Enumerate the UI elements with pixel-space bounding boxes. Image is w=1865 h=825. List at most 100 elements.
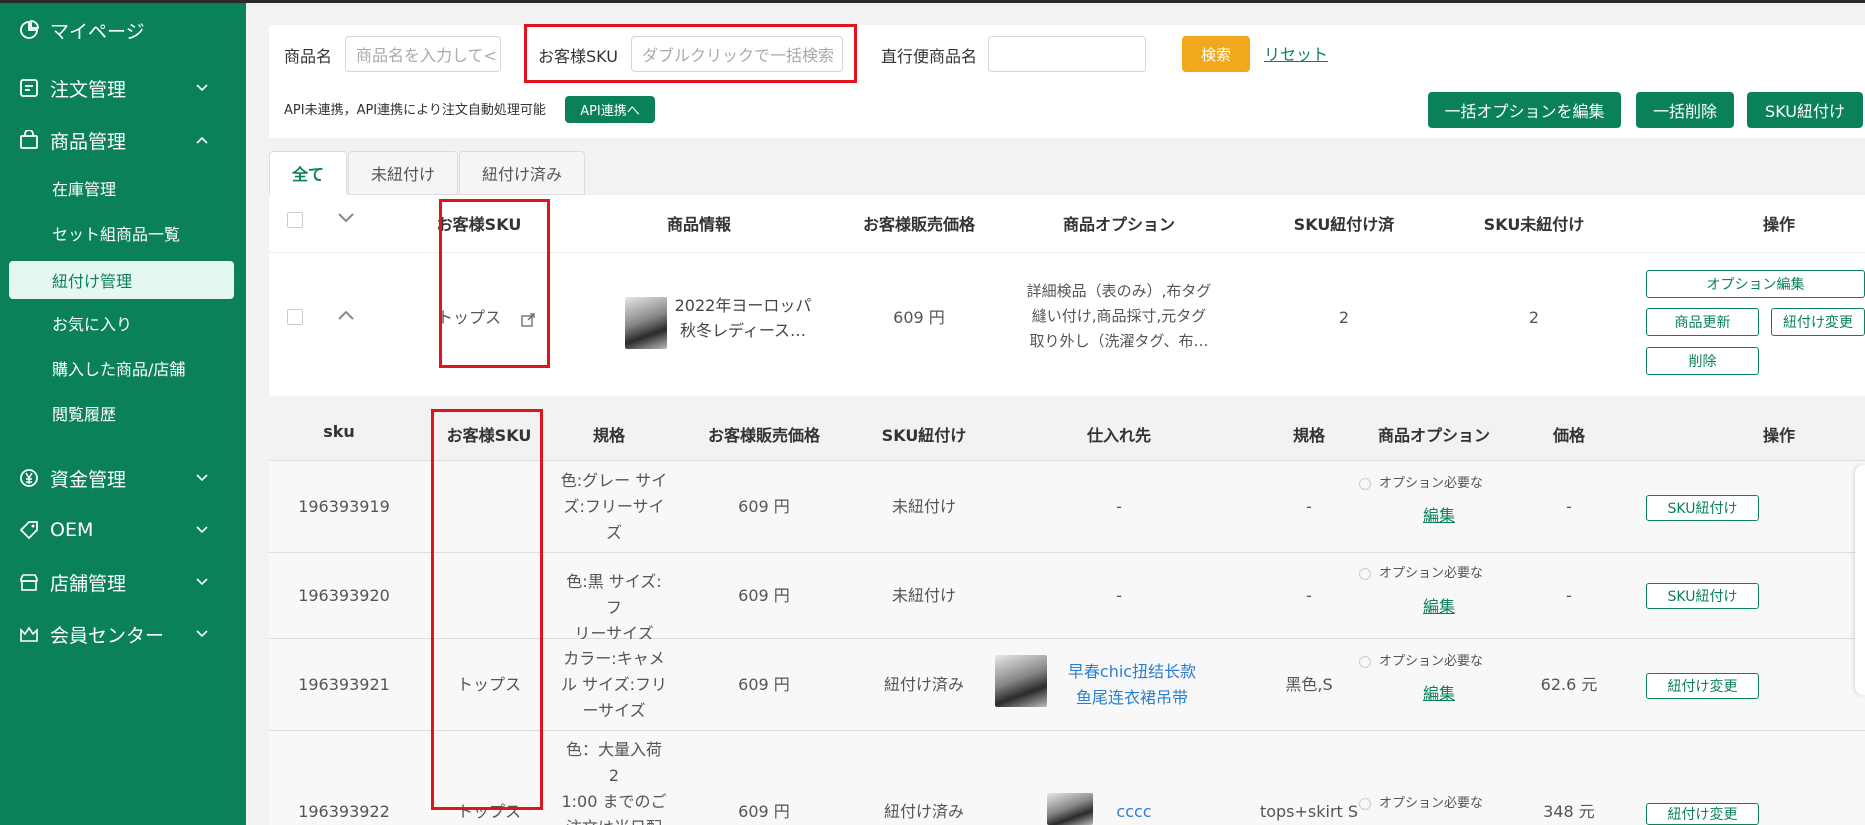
sidebar-item-mypage[interactable]: マイページ bbox=[0, 10, 246, 50]
sidebar-item-oem[interactable]: OEM bbox=[0, 510, 246, 550]
customer-price-value: 609 円 bbox=[738, 586, 790, 605]
tab-all[interactable]: 全て bbox=[269, 151, 347, 195]
sku-link-row-button[interactable]: SKU紐付け bbox=[1646, 583, 1759, 609]
tab-linked[interactable]: 紐付け済み bbox=[459, 151, 585, 195]
api-connect-button[interactable]: API連携へ bbox=[565, 96, 655, 123]
direct-product-name-input[interactable] bbox=[988, 36, 1146, 72]
supplier-thumbnail[interactable] bbox=[1047, 793, 1093, 825]
option-selector[interactable]: オプション必要な bbox=[1359, 561, 1509, 587]
sidebar-subitem-purchased[interactable]: 購入した商品/店舗 bbox=[52, 350, 185, 386]
edit-link[interactable]: 編集 bbox=[1409, 503, 1469, 529]
customer-sku-input[interactable]: ダブルクリックで一括検索 bbox=[631, 36, 843, 72]
spec-value: 色：大量入荷 2 1:00 までのご 注文は当日配 bbox=[561, 740, 667, 825]
spec-value: 色:黒 サイズ:フ リーサイズ bbox=[566, 572, 662, 643]
supplier-thumbnail[interactable] bbox=[995, 655, 1047, 707]
radio-icon[interactable] bbox=[1359, 655, 1371, 668]
link-change-row-button[interactable]: 紐付け変更 bbox=[1646, 803, 1759, 825]
reset-link[interactable]: リセット bbox=[1264, 41, 1328, 65]
customer-price-value: 609 円 bbox=[738, 802, 790, 821]
sidebar-item-label: マイページ bbox=[50, 20, 145, 43]
chevron-down-icon bbox=[196, 474, 208, 482]
customer-price-value: 609 円 bbox=[893, 308, 945, 327]
radio-icon[interactable] bbox=[1359, 567, 1371, 580]
spec-value: カラー:キャメ ル サイズ:フリ ーサイズ bbox=[561, 649, 667, 720]
option-selector[interactable]: オプション必要な bbox=[1359, 471, 1509, 497]
sidebar-item-label: OEM bbox=[50, 519, 94, 541]
cost-value: - bbox=[1566, 586, 1572, 605]
sidebar-subitem-history[interactable]: 閲覧履歴 bbox=[52, 395, 116, 431]
crown-icon bbox=[18, 623, 40, 645]
option-selector[interactable]: オプション必要な bbox=[1359, 791, 1509, 817]
chevron-down-icon[interactable] bbox=[336, 210, 356, 226]
header-sku: sku bbox=[323, 422, 355, 441]
row-checkbox[interactable] bbox=[287, 309, 303, 325]
product-name-input[interactable]: 商品名を入力して< bbox=[345, 36, 501, 72]
sidebar-subitem-inventory[interactable]: 在庫管理 bbox=[52, 170, 116, 206]
chevron-up-icon[interactable] bbox=[336, 307, 356, 323]
supplier-value: - bbox=[1116, 497, 1122, 516]
header-sku-linked: SKU紐付け済 bbox=[1293, 215, 1395, 234]
sku-value: 196393920 bbox=[298, 586, 390, 605]
link-status-value: 紐付け済み bbox=[883, 675, 964, 694]
product-name-label: 商品名 bbox=[284, 47, 333, 66]
edit-link[interactable]: 編集 bbox=[1409, 594, 1469, 620]
link-change-row-button[interactable]: 紐付け変更 bbox=[1646, 673, 1759, 699]
supplier-value: - bbox=[1116, 586, 1122, 605]
sku-linked-count: 2 bbox=[1338, 308, 1350, 327]
supplier-name-link[interactable]: cccc bbox=[1099, 799, 1169, 825]
chevron-down-icon bbox=[196, 84, 208, 92]
supplier-name-link[interactable]: 早春chic扭结长款 鱼尾连衣裙吊带 bbox=[1057, 659, 1207, 711]
header-sku-link: SKU紐付け bbox=[881, 426, 967, 445]
radio-icon[interactable] bbox=[1359, 477, 1371, 490]
bulk-delete-button[interactable]: 一括削除 bbox=[1636, 92, 1734, 128]
option-edit-button[interactable]: オプション編集 bbox=[1646, 270, 1865, 298]
header-sku-unlinked: SKU未紐付け bbox=[1483, 215, 1585, 234]
sku-table: sku お客様SKU 規格 お客様販売価格 SKU紐付け 仕入れ先 規格 商品オ… bbox=[269, 408, 1865, 825]
shopping-bag-icon bbox=[18, 129, 40, 151]
link-status-value: 未紐付け bbox=[891, 586, 956, 605]
pie-chart-icon bbox=[18, 19, 40, 41]
sidebar: マイページ 注文管理 商品管理 在庫管理 セット組商品一覧 紐付け管理 お気に入… bbox=[0, 0, 246, 825]
cost-value: 62.6 元 bbox=[1540, 675, 1598, 694]
option-selector[interactable]: オプション必要な bbox=[1359, 649, 1509, 675]
external-link-icon[interactable] bbox=[521, 313, 535, 327]
header-product-info: 商品情報 bbox=[666, 215, 731, 234]
header-product-options: 商品オプション bbox=[1377, 426, 1490, 445]
sidebar-item-funds[interactable]: 資金管理 bbox=[0, 458, 246, 498]
cost-value: 348 元 bbox=[1543, 802, 1595, 821]
sidebar-item-products[interactable]: 商品管理 bbox=[0, 120, 246, 160]
tag-icon bbox=[18, 519, 40, 541]
link-change-button[interactable]: 紐付け変更 bbox=[1771, 308, 1865, 336]
order-list-icon bbox=[18, 77, 40, 99]
product-info-text[interactable]: 2022年ヨーロッパ 秋冬レディース… bbox=[673, 293, 813, 343]
sidebar-item-stores[interactable]: 店舗管理 bbox=[0, 562, 246, 602]
select-all-checkbox[interactable] bbox=[287, 212, 303, 228]
sku-link-row-button[interactable]: SKU紐付け bbox=[1646, 495, 1759, 521]
sidebar-subitem-link-management[interactable]: 紐付け管理 bbox=[9, 261, 234, 299]
table-row: 196393920 色:黒 サイズ:フ リーサイズ 609 円 未紐付け - -… bbox=[269, 553, 1865, 643]
sidebar-item-label: 店舗管理 bbox=[50, 572, 127, 595]
sidebar-item-member-center[interactable]: 会員センター bbox=[0, 614, 246, 654]
product-options-text: 詳細検品（表のみ）,布タグ 縫い付け,商品採寸,元タグ 取り外し（洗濯タグ、布… bbox=[1026, 282, 1212, 350]
sidebar-item-label: 注文管理 bbox=[50, 78, 127, 101]
sidebar-subitem-favorites[interactable]: お気に入り bbox=[52, 305, 132, 341]
product-update-button[interactable]: 商品更新 bbox=[1646, 308, 1759, 336]
sku-link-button[interactable]: SKU紐付け bbox=[1747, 92, 1863, 128]
tab-unlinked[interactable]: 未紐付け bbox=[348, 151, 458, 195]
direct-product-name-label: 直行便商品名 bbox=[881, 47, 978, 66]
chevron-down-icon bbox=[196, 578, 208, 586]
delete-button[interactable]: 削除 bbox=[1646, 347, 1759, 375]
yen-icon bbox=[18, 467, 40, 489]
side-float-panel[interactable] bbox=[1855, 465, 1865, 695]
chevron-up-icon bbox=[196, 136, 208, 144]
product-thumbnail[interactable] bbox=[625, 297, 667, 349]
edit-link[interactable]: 編集 bbox=[1409, 681, 1469, 707]
sidebar-item-label: 会員センター bbox=[50, 624, 165, 647]
search-button[interactable]: 検索 bbox=[1182, 36, 1250, 72]
bulk-option-edit-button[interactable]: 一括オプションを編集 bbox=[1428, 92, 1621, 128]
radio-icon[interactable] bbox=[1359, 797, 1371, 810]
spec2-value: - bbox=[1306, 497, 1312, 516]
sidebar-item-orders[interactable]: 注文管理 bbox=[0, 68, 246, 108]
sidebar-subitem-set-products[interactable]: セット組商品一覧 bbox=[52, 215, 180, 251]
api-notice-text: API未連携，API連携により注文自動処理可能 bbox=[284, 103, 546, 118]
